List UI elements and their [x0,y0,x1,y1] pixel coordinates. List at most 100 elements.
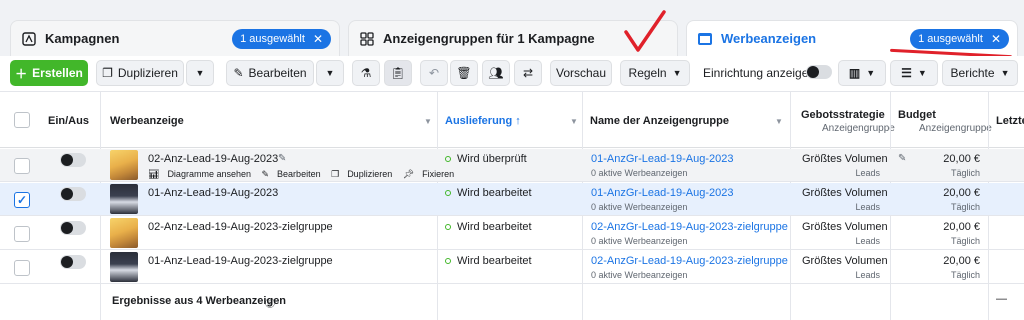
columns-button[interactable]: ▥ ▼ [838,60,886,86]
chevron-down-icon: ▼ [325,68,335,78]
column-header-ad[interactable]: Werbeanzeige [110,115,184,127]
table-row[interactable]: 01-Anz-Lead-19-Aug-2023-zielgruppe Wird … [0,251,1024,284]
tab-campaigns[interactable]: Kampagnen 1 ausgewählt ✕ [10,20,340,56]
select-all-checkbox[interactable] [14,112,30,128]
duplicate-link[interactable]: Duplizieren [347,169,392,179]
table-row[interactable]: ✓ 01-Anz-Lead-19-Aug-2023 Wird bearbeite… [0,183,1024,216]
delivery-text: Wird überprüft [457,153,527,165]
ad-thumbnail[interactable] [110,184,138,214]
budget-sub: Täglich [950,202,980,212]
row-checkbox[interactable] [14,158,30,174]
pencil-icon[interactable]: ✎ [898,153,906,164]
edit-label: Bearbeiten [248,66,307,80]
chevron-down-icon[interactable]: ▼ [775,117,783,126]
budget-value[interactable]: 20,00 € [920,221,980,233]
row-actions: 📊︎ Diagramme ansehen ✎ Bearbeiten ❐ Duplizi… [148,169,462,180]
clipboard-button[interactable]: 📋︎ [384,60,412,86]
preview-button[interactable]: Vorschau [550,60,612,86]
audience-button[interactable]: 👥︎ [482,60,510,86]
breakdown-button[interactable]: ☰ ▼ [890,60,938,86]
budget-sub: Täglich [950,270,980,280]
budget-sub: Täglich [950,168,980,178]
row-checkbox[interactable] [14,226,30,242]
test-button[interactable]: ⚗ [352,60,380,86]
pin-link[interactable]: Fixieren [422,169,454,179]
tab-ads[interactable]: Werbeanzeigen 1 ausgewählt ✕ [686,20,1018,56]
row-checkbox[interactable]: ✓ [14,192,30,208]
reports-button[interactable]: Berichte ▼ [942,60,1018,86]
create-button[interactable]: ＋ Erstellen [10,60,88,86]
bid-strategy: Größtes Volumen [802,255,888,267]
ad-thumbnail[interactable] [110,150,138,180]
edit-button[interactable]: ✎ Bearbeiten [226,60,314,86]
undo-button[interactable]: ↶ [420,60,448,86]
toggle-knob [61,222,73,234]
bid-strategy-sub: Leads [855,270,880,280]
table-row[interactable]: 02-Anz-Lead-19-Aug-2023 ✎ 📊︎ Diagramme an… [0,149,1024,182]
adset-link[interactable]: 01-AnzGr-Lead-19-Aug-2023 [591,153,733,165]
delete-button[interactable]: 🗑︎ [450,60,478,86]
column-header-onoff[interactable]: Ein/Aus [48,115,89,127]
bid-strategy: Größtes Volumen [802,187,888,199]
delivery-status: Wird bearbeitet [445,221,532,233]
setup-toggle[interactable] [806,65,832,79]
column-header-budget[interactable]: Budget [898,109,936,121]
budget-value[interactable]: 20,00 € [920,255,980,267]
edit-dropdown[interactable]: ▼ [316,60,344,86]
column-header-delivery[interactable]: Auslieferung ↑ [445,115,521,127]
clipboard-icon: 📋︎ [390,66,406,80]
tab-ads-label: Werbeanzeigen [721,31,817,46]
budget-value[interactable]: 20,00 € [920,187,980,199]
chevron-down-icon[interactable]: ▼ [424,117,432,126]
row-toggle[interactable] [60,187,86,201]
column-header-bid-strategy[interactable]: Gebotsstrategie [801,109,885,121]
ad-name[interactable]: 01-Anz-Lead-19-Aug-2023 [148,187,278,199]
undo-icon: ↶ [428,66,440,80]
row-toggle[interactable] [60,221,86,235]
view-charts-link[interactable]: Diagramme ansehen [167,169,251,179]
close-icon[interactable]: ✕ [313,32,323,46]
status-dot-icon [445,224,451,231]
column-header-last[interactable]: Letzte [996,115,1024,127]
annotation-checkmark-icon [624,10,666,52]
selected-badge-label: 1 ausgewählt [918,33,983,45]
adset-link[interactable]: 01-AnzGr-Lead-19-Aug-2023 [591,187,733,199]
pin-icon: 📌︎ [402,169,415,179]
column-header-adset-name[interactable]: Name der Anzeigengruppe [590,115,729,127]
toggle-knob [61,154,73,166]
budget-value[interactable]: 20,00 € [920,153,980,165]
duplicate-dropdown[interactable]: ▼ [186,60,214,86]
ad-name[interactable]: 02-Anz-Lead-19-Aug-2023 [148,153,278,165]
adset-sub: 0 aktive Werbeanzeigen [591,236,688,246]
pencil-icon: ✎ [233,66,244,80]
ad-name[interactable]: 02-Anz-Lead-19-Aug-2023-zielgruppe [148,221,333,233]
chevron-down-icon[interactable]: ▼ [570,117,578,126]
adset-link[interactable]: 02-AnzGr-Lead-19-Aug-2023-zielgruppe [591,255,788,267]
close-icon[interactable]: ✕ [991,32,1001,46]
bid-strategy-sub: Leads [855,202,880,212]
edit-link[interactable]: Bearbeiten [277,169,321,179]
status-dot-icon [445,190,451,197]
pencil-icon[interactable]: ✎ [278,153,286,164]
chart-icon: 📊︎ [148,169,160,179]
table-header: Ein/Aus Werbeanzeige ▼ Auslieferung ↑ ▼ … [0,92,1024,148]
rules-button[interactable]: Regeln ▼ [620,60,690,86]
selected-badge[interactable]: 1 ausgewählt ✕ [910,29,1009,49]
duplicate-button[interactable]: ❐ Duplizieren [96,60,184,86]
row-checkbox[interactable] [14,260,30,276]
ad-thumbnail[interactable] [110,218,138,248]
adset-sub: 0 aktive Werbeanzeigen [591,270,688,280]
row-toggle[interactable] [60,255,86,269]
row-toggle[interactable] [60,153,86,167]
level-tabs: Kampagnen 1 ausgewählt ✕ Anzeigengruppen… [0,20,1024,56]
chevron-down-icon: ▼ [866,68,876,78]
ad-thumbnail[interactable] [110,252,138,282]
table-row[interactable]: 02-Anz-Lead-19-Aug-2023-zielgruppe Wird … [0,217,1024,250]
ad-name[interactable]: 01-Anz-Lead-19-Aug-2023-zielgruppe [148,255,333,267]
ab-test-icon: ⇄ [522,66,534,80]
adset-link[interactable]: 02-AnzGr-Lead-19-Aug-2023-zielgruppe [591,221,788,233]
selected-badge[interactable]: 1 ausgewählt ✕ [232,29,331,49]
ab-test-button[interactable]: ⇄ [514,60,542,86]
rules-label: Regeln [628,66,667,80]
info-icon[interactable]: ⓘ [265,295,275,310]
